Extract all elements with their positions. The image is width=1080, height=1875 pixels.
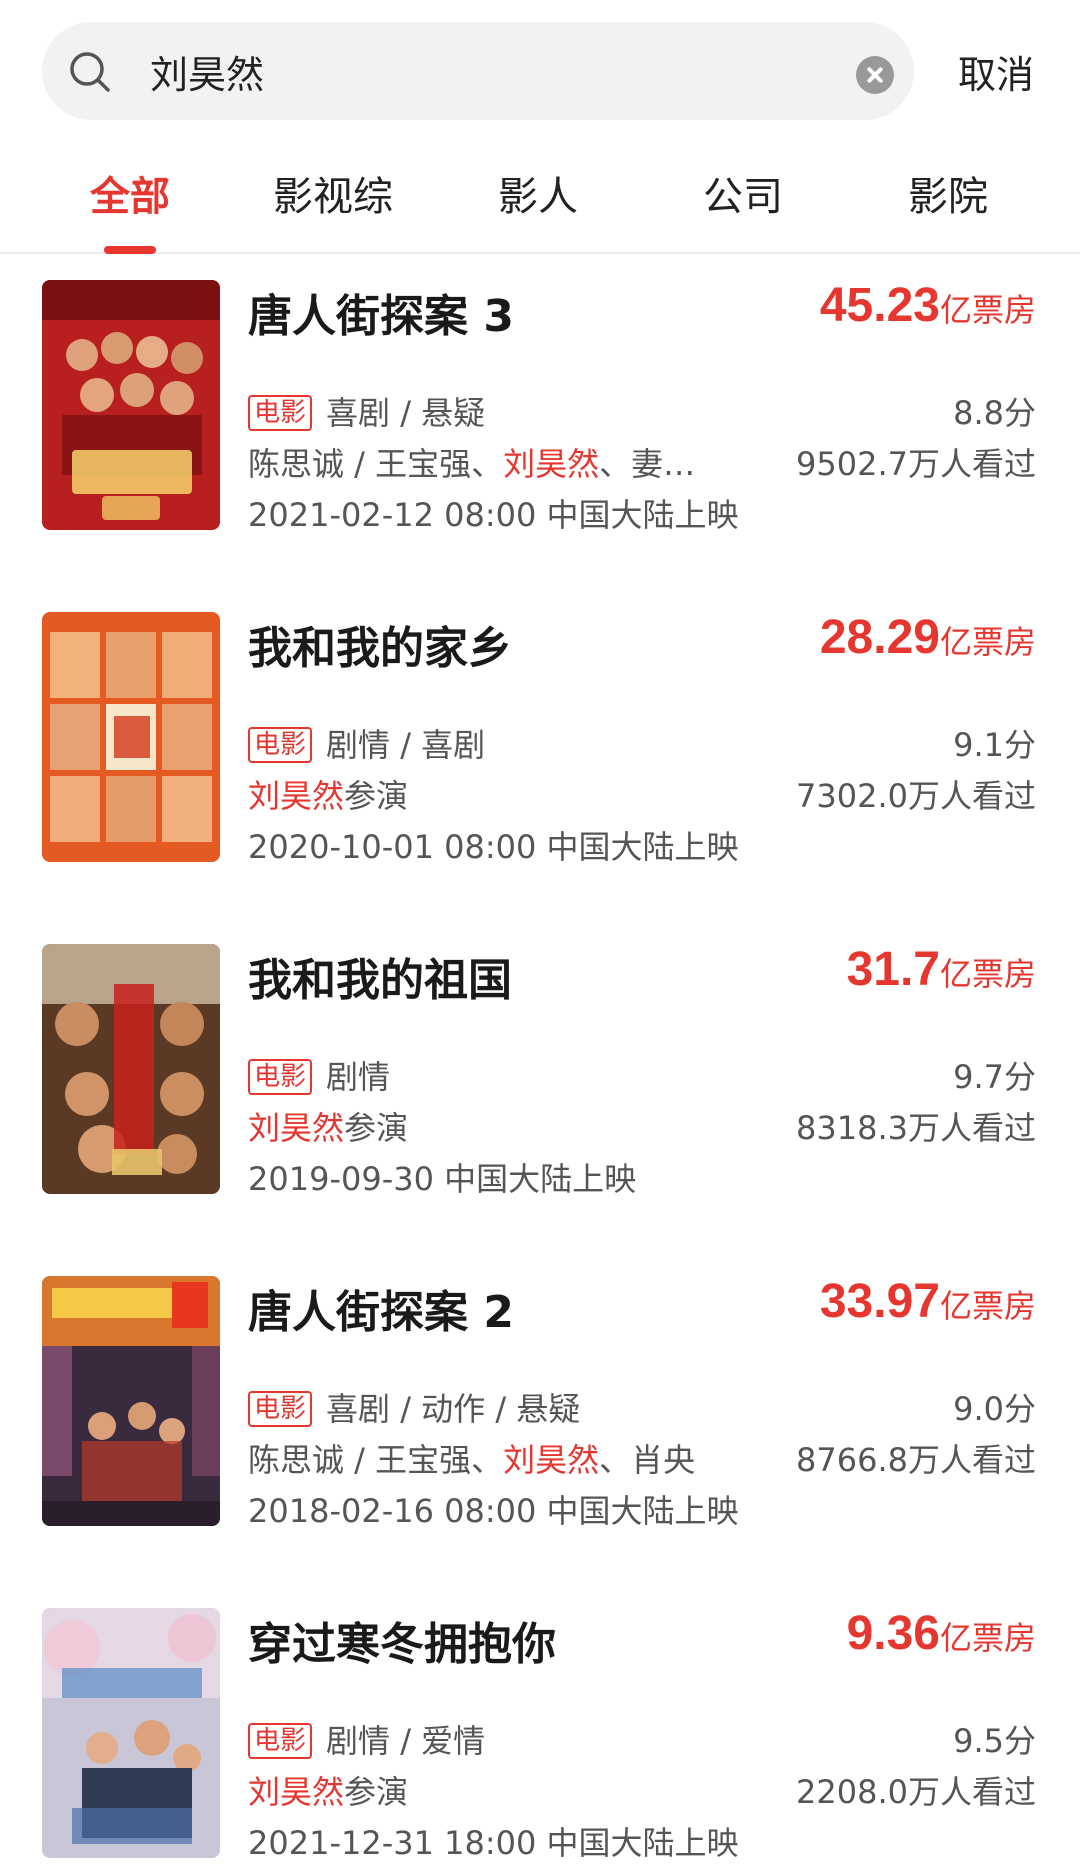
box-office-unit: 亿票房 [939, 291, 1036, 329]
score: 9.5分 [953, 1722, 1036, 1760]
cast: 刘昊然参演 [248, 1767, 408, 1813]
type-badge: 电影 [248, 395, 313, 431]
list-item[interactable]: 我和我的祖国 31.7亿票房 电影 剧情 9.7分 刘昊然参演 8318.3万人看… [0, 920, 1080, 1252]
viewers-count: 8766.8万人看过 [796, 1441, 1036, 1479]
cast-before: 陈思诚 / 王宝强、 [248, 1441, 504, 1479]
list-item[interactable]: 穿过寒冬拥抱你 9.36亿票房 电影 剧情 / 爱情 9.5分 刘昊然参演 220… [0, 1584, 1080, 1875]
movie-poster[interactable] [42, 1608, 220, 1858]
genres: 剧情 / 爱情 [326, 1722, 486, 1760]
cast-after: 、肖央 [599, 1441, 696, 1479]
tab-cinemas[interactable]: 影院 [853, 164, 1043, 222]
box-office-unit: 亿票房 [939, 1619, 1036, 1657]
movie-title[interactable]: 唐人街探案 2 [248, 1276, 514, 1340]
box-office-value: 45.23 [819, 279, 940, 332]
tab-bar: 全部 影视综 影人 公司 影院 [0, 150, 1080, 254]
active-tab-indicator [104, 246, 156, 254]
box-office: 45.23亿票房 [820, 278, 1036, 333]
list-item[interactable]: 我和我的家乡 28.29亿票房 电影 剧情 / 喜剧 9.1分 刘昊然参演 730… [0, 588, 1080, 920]
release-date: 2019-09-30 中国大陆上映 [248, 1160, 637, 1198]
genres: 喜剧 / 悬疑 [326, 394, 486, 432]
box-office-value: 28.29 [819, 611, 940, 664]
genre-line: 电影 剧情 / 爱情 [248, 1716, 485, 1762]
release-date: 2021-12-31 18:00 中国大陆上映 [248, 1824, 739, 1862]
search-bar: 取消 [0, 0, 1080, 130]
genres: 剧情 [326, 1058, 391, 1096]
box-office: 33.97亿票房 [820, 1274, 1036, 1329]
score: 9.7分 [953, 1058, 1036, 1096]
search-box[interactable] [42, 22, 914, 120]
genre-line: 电影 剧情 [248, 1052, 390, 1098]
genre-line: 电影 剧情 / 喜剧 [248, 720, 485, 766]
viewers-count: 2208.0万人看过 [796, 1773, 1036, 1811]
box-office-unit: 亿票房 [939, 955, 1036, 993]
clear-icon[interactable] [856, 56, 894, 94]
box-office-value: 31.7 [846, 943, 940, 996]
cast-highlight: 刘昊然 [248, 1773, 345, 1811]
box-office-unit: 亿票房 [939, 1287, 1036, 1325]
box-office-value: 33.97 [819, 1275, 940, 1328]
cast-before: 陈思诚 / 王宝强、 [248, 445, 504, 483]
movie-title[interactable]: 唐人街探案 3 [248, 280, 514, 344]
genres: 剧情 / 喜剧 [326, 726, 486, 764]
type-badge: 电影 [248, 727, 313, 763]
score: 9.0分 [953, 1390, 1036, 1428]
type-badge: 电影 [248, 1391, 313, 1427]
viewers-count: 9502.7万人看过 [796, 445, 1036, 483]
type-badge: 电影 [248, 1723, 313, 1759]
release-date: 2018-02-16 08:00 中国大陆上映 [248, 1492, 739, 1530]
genre-line: 电影 喜剧 / 动作 / 悬疑 [248, 1384, 580, 1430]
cast-highlight: 刘昊然 [503, 445, 600, 483]
cast-after: 、妻… [599, 445, 696, 483]
tab-companies[interactable]: 公司 [648, 164, 838, 222]
genre-line: 电影 喜剧 / 悬疑 [248, 388, 485, 434]
viewers-count: 7302.0万人看过 [796, 777, 1036, 815]
score: 9.1分 [953, 726, 1036, 764]
movie-title[interactable]: 我和我的家乡 [248, 612, 512, 676]
tab-film-tv-variety[interactable]: 影视综 [238, 164, 428, 222]
movie-poster[interactable] [42, 612, 220, 862]
cast-after: 参演 [344, 1773, 409, 1811]
cast-highlight: 刘昊然 [248, 1109, 345, 1147]
cast: 陈思诚 / 王宝强、刘昊然、妻… [248, 439, 695, 485]
cast: 刘昊然参演 [248, 771, 408, 817]
cast-after: 参演 [344, 777, 409, 815]
list-item[interactable]: 唐人街探案 3 45.23亿票房 电影 喜剧 / 悬疑 8.8分 陈思诚 / 王宝… [0, 256, 1080, 588]
cast: 陈思诚 / 王宝强、刘昊然、肖央 [248, 1435, 695, 1481]
box-office-unit: 亿票房 [939, 623, 1036, 661]
release-date: 2021-02-12 08:00 中国大陆上映 [248, 496, 739, 534]
box-office: 31.7亿票房 [847, 942, 1036, 997]
cast-highlight: 刘昊然 [248, 777, 345, 815]
genres: 喜剧 / 动作 / 悬疑 [326, 1390, 581, 1428]
movie-title[interactable]: 我和我的祖国 [248, 944, 512, 1008]
movie-title[interactable]: 穿过寒冬拥抱你 [248, 1608, 556, 1672]
viewers-count: 8318.3万人看过 [796, 1109, 1036, 1147]
box-office-value: 9.36 [846, 1607, 940, 1660]
cancel-button[interactable]: 取消 [958, 44, 1034, 99]
score: 8.8分 [953, 394, 1036, 432]
release-date: 2020-10-01 08:00 中国大陆上映 [248, 828, 739, 866]
list-item[interactable]: 唐人街探案 2 33.97亿票房 电影 喜剧 / 动作 / 悬疑 9.0分 陈思诚… [0, 1252, 1080, 1584]
search-input[interactable] [150, 22, 790, 120]
tab-people[interactable]: 影人 [443, 164, 633, 222]
cast: 刘昊然参演 [248, 1103, 408, 1149]
cast-after: 参演 [344, 1109, 409, 1147]
search-icon [70, 52, 110, 92]
box-office: 9.36亿票房 [847, 1606, 1036, 1661]
type-badge: 电影 [248, 1059, 313, 1095]
box-office: 28.29亿票房 [820, 610, 1036, 665]
cast-highlight: 刘昊然 [503, 1441, 600, 1479]
movie-poster[interactable] [42, 944, 220, 1194]
movie-poster[interactable] [42, 280, 220, 530]
movie-poster[interactable] [42, 1276, 220, 1526]
tab-all[interactable]: 全部 [35, 164, 225, 222]
